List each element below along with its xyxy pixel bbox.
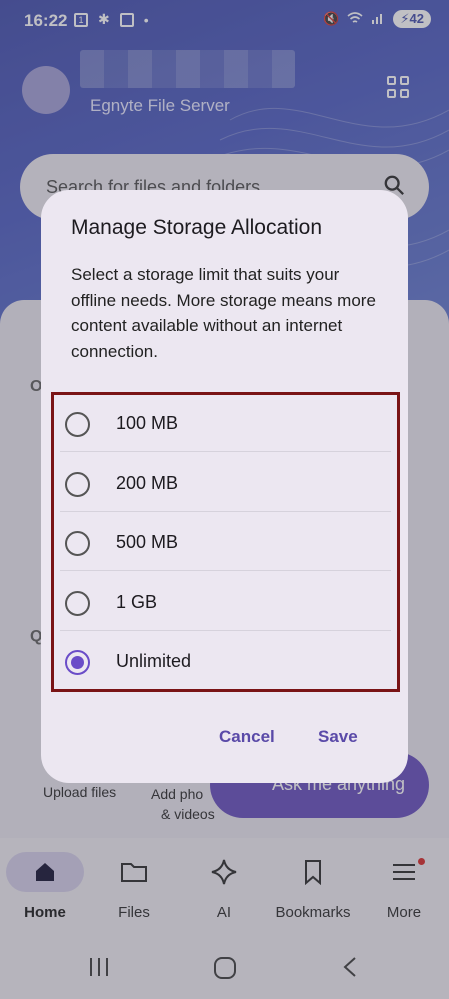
- option-500mb[interactable]: 500 MB: [60, 514, 391, 573]
- storage-allocation-dialog: Manage Storage Allocation Select a stora…: [41, 190, 408, 783]
- cancel-button[interactable]: Cancel: [219, 727, 275, 747]
- dialog-title: Manage Storage Allocation: [71, 216, 323, 239]
- divider: [60, 630, 391, 631]
- radio-button-selected[interactable]: [65, 650, 90, 675]
- radio-button[interactable]: [65, 591, 90, 616]
- save-button[interactable]: Save: [318, 727, 358, 747]
- divider: [60, 451, 391, 452]
- divider: [60, 511, 391, 512]
- storage-options-group: 100 MB 200 MB 500 MB 1 GB Unlimited: [51, 392, 400, 692]
- option-unlimited[interactable]: Unlimited: [60, 633, 391, 692]
- radio-button[interactable]: [65, 531, 90, 556]
- option-100mb[interactable]: 100 MB: [60, 395, 391, 454]
- dialog-description: Select a storage limit that suits your o…: [71, 265, 376, 361]
- radio-button[interactable]: [65, 472, 90, 497]
- radio-button[interactable]: [65, 412, 90, 437]
- option-1gb[interactable]: 1 GB: [60, 574, 391, 633]
- divider: [60, 570, 391, 571]
- option-200mb[interactable]: 200 MB: [60, 455, 391, 514]
